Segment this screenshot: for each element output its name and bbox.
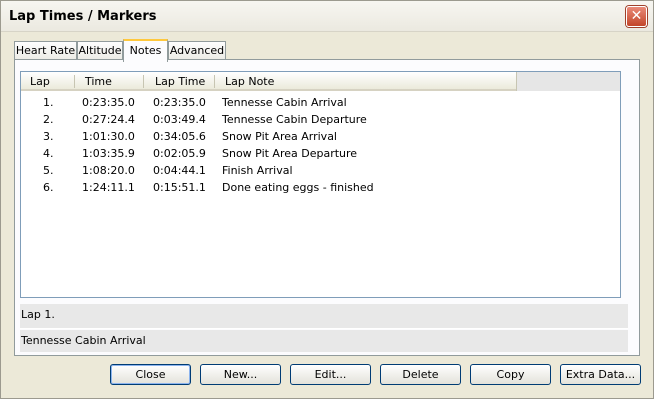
new-button[interactable]: New... bbox=[200, 364, 281, 385]
lap-number: 5. bbox=[43, 164, 54, 177]
lap-time-split: 0:04:44.1 bbox=[153, 164, 206, 177]
lap-number: 2. bbox=[43, 113, 54, 126]
table-row[interactable]: 5. 1:08:20.0 0:04:44.1 Finish Arrival bbox=[21, 162, 620, 179]
close-window-icon[interactable]: ✕ bbox=[626, 6, 647, 27]
tab-heart-rate[interactable]: Heart Rate bbox=[14, 41, 77, 60]
table-row[interactable]: 2. 0:27:24.4 0:03:49.4 Tennesse Cabin De… bbox=[21, 111, 620, 128]
column-header-lap-time[interactable]: Lap Time bbox=[155, 75, 205, 88]
lap-note: Snow Pit Area Departure bbox=[222, 147, 358, 160]
tab-altitude[interactable]: Altitude bbox=[77, 41, 123, 60]
column-header-lap[interactable]: Lap bbox=[30, 75, 50, 88]
table-row[interactable]: 1. 0:23:35.0 0:23:35.0 Tennesse Cabin Ar… bbox=[21, 94, 620, 111]
lap-time-total: 1:24:11.1 bbox=[82, 181, 135, 194]
lap-time-total: 1:08:20.0 bbox=[82, 164, 135, 177]
status-lap-text: Lap 1. bbox=[21, 308, 55, 321]
list-header: Lap Time Lap Time Lap Note bbox=[21, 72, 620, 91]
delete-button[interactable]: Delete bbox=[380, 364, 461, 385]
lap-note: Snow Pit Area Arrival bbox=[222, 130, 337, 143]
lap-time-total: 1:01:30.0 bbox=[82, 130, 135, 143]
lap-number: 4. bbox=[43, 147, 54, 160]
tab-notes[interactable]: Notes bbox=[123, 39, 168, 62]
lap-number: 1. bbox=[43, 96, 54, 109]
table-row[interactable]: 4. 1:03:35.9 0:02:05.9 Snow Pit Area Dep… bbox=[21, 145, 620, 162]
tab-advanced[interactable]: Advanced bbox=[168, 41, 226, 60]
extra-data-button[interactable]: Extra Data... bbox=[560, 364, 641, 385]
lap-note: Tennesse Cabin Departure bbox=[222, 113, 367, 126]
lap-number: 6. bbox=[43, 181, 54, 194]
status-note: Tennesse Cabin Arrival bbox=[20, 330, 628, 352]
table-row[interactable]: 6. 1:24:11.1 0:15:51.1 Done eating eggs … bbox=[21, 179, 620, 196]
lap-time-split: 0:23:35.0 bbox=[153, 96, 206, 109]
status-lap: Lap 1. bbox=[20, 304, 628, 329]
lap-time-split: 0:02:05.9 bbox=[153, 147, 206, 160]
window-title: Lap Times / Markers bbox=[9, 9, 157, 24]
notes-panel: Lap Time Lap Time Lap Note 1. 0:23:35.0 … bbox=[14, 59, 640, 356]
lap-time-total: 1:03:35.9 bbox=[82, 147, 135, 160]
lap-note: Done eating eggs - finished bbox=[222, 181, 374, 194]
column-header-lap-note[interactable]: Lap Note bbox=[225, 75, 274, 88]
column-header-time[interactable]: Time bbox=[85, 75, 112, 88]
lap-time-split: 0:03:49.4 bbox=[153, 113, 206, 126]
title-bar[interactable]: Lap Times / Markers ✕ bbox=[1, 1, 653, 32]
header-filler bbox=[516, 72, 620, 91]
lap-note: Tennesse Cabin Arrival bbox=[222, 96, 347, 109]
lap-number: 3. bbox=[43, 130, 54, 143]
lap-note: Finish Arrival bbox=[222, 164, 293, 177]
lap-list[interactable]: Lap Time Lap Time Lap Note 1. 0:23:35.0 … bbox=[20, 71, 621, 298]
lap-time-total: 0:23:35.0 bbox=[82, 96, 135, 109]
table-row[interactable]: 3. 1:01:30.0 0:34:05.6 Snow Pit Area Arr… bbox=[21, 128, 620, 145]
status-note-text: Tennesse Cabin Arrival bbox=[21, 334, 146, 347]
edit-button[interactable]: Edit... bbox=[290, 364, 371, 385]
lap-time-total: 0:27:24.4 bbox=[82, 113, 135, 126]
close-button[interactable]: Close bbox=[110, 364, 191, 385]
lap-time-split: 0:15:51.1 bbox=[153, 181, 206, 194]
lap-time-split: 0:34:05.6 bbox=[153, 130, 206, 143]
lap-times-dialog: Lap Times / Markers ✕ Heart Rate Altitud… bbox=[0, 0, 654, 399]
copy-button[interactable]: Copy bbox=[470, 364, 551, 385]
